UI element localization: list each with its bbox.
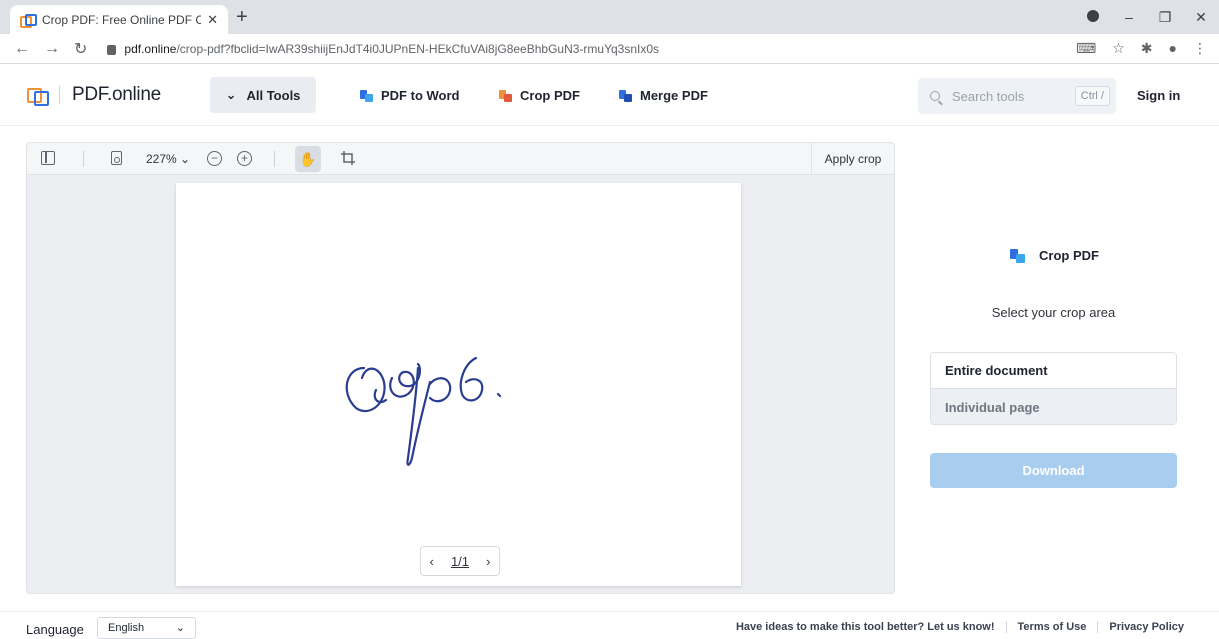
close-window-button[interactable]: ✕ [1183,9,1219,26]
all-tools-button[interactable]: ⌄ All Tools [210,77,316,113]
chevron-down-icon: ⌄ [225,87,237,102]
pdf-page[interactable]: ‹ 1/1 › [176,183,741,586]
restore-button[interactable]: ❐ [1147,9,1183,26]
browser-tab-strip: Crop PDF: Free Online PDF Crop ✕ + – ❐ ✕ [0,0,1219,34]
logo-divider [59,86,60,104]
footer-links: Have ideas to make this tool better? Let… [725,621,1195,633]
signature-image [345,356,502,466]
browser-toolbar: ← → ↻ pdf.online /crop-pdf?fbclid=IwAR39… [0,34,1219,64]
nav-pdf-to-word[interactable]: PDF to Word [360,88,459,103]
panel-title-label: Crop PDF [1039,248,1099,263]
pdf-to-word-icon [360,89,373,102]
feedback-link[interactable]: Have ideas to make this tool better? Let… [725,621,1006,633]
search-shortcut-badge: Ctrl / [1074,86,1110,106]
merge-pdf-icon [619,89,632,102]
search-tools-input[interactable]: Search tools Ctrl / [918,78,1116,114]
translate-icon[interactable]: ⌨ [1076,40,1096,57]
crop-area-options: Entire document Individual page [930,352,1177,425]
search-icon [930,91,940,101]
chevron-down-icon: ⌄ [175,622,185,634]
terms-link[interactable]: Terms of Use [1005,621,1098,633]
sign-in-link[interactable]: Sign in [1137,88,1180,103]
page-indicator: 1/1 [450,553,470,569]
minimize-button[interactable]: – [1111,9,1147,25]
forward-arrow-icon[interactable]: → [44,40,60,58]
browser-extensions: ⌨ ☆ ✱ ● ⋮ [1076,40,1207,57]
profile-avatar-icon[interactable]: ● [1169,40,1177,57]
site-footer: Language English ⌄ Have ideas to make th… [0,611,1219,639]
next-page-icon[interactable]: › [486,554,490,569]
pdf-viewer: 227% ⌄ − + ✋ Apply crop ‹ 1/1 › [26,142,895,594]
address-bar[interactable]: pdf.online /crop-pdf?fbclid=IwAR39shiijE… [107,42,659,56]
site-favicon-icon [20,13,37,28]
nav-pdf-to-word-label: PDF to Word [381,88,460,103]
page-pager: ‹ 1/1 › [420,546,500,576]
toolbar-divider [274,151,275,167]
lock-icon [107,44,117,55]
browser-menu-icon[interactable]: ⋮ [1193,40,1207,57]
crop-tool-icon[interactable] [340,150,356,166]
browser-tab[interactable]: Crop PDF: Free Online PDF Crop ✕ [10,5,228,34]
profile-record-icon[interactable] [1075,9,1111,25]
window-controls: – ❐ ✕ [1075,0,1219,34]
crop-area-label: Select your crop area [991,305,1116,320]
page-view-icon[interactable] [111,151,122,165]
new-tab-button[interactable]: + [236,6,248,29]
language-select[interactable]: English ⌄ [97,617,196,639]
nav-crop-pdf[interactable]: Crop PDF [499,88,580,103]
bookmark-star-icon[interactable]: ☆ [1112,40,1125,57]
language-label: Language [26,622,84,637]
zoom-select[interactable]: 227% ⌄ [146,152,190,166]
nav-merge-pdf-label: Merge PDF [640,88,708,103]
logo-text: PDF.online [72,84,161,105]
viewer-toolbar: 227% ⌄ − + ✋ Apply crop [27,143,894,175]
prev-page-icon[interactable]: ‹ [430,554,434,569]
all-tools-label: All Tools [246,87,301,103]
site-logo[interactable]: PDF.online [27,84,161,106]
toolbar-divider [83,151,84,167]
zoom-value: 227% [146,152,177,166]
download-button[interactable]: Download [930,453,1177,488]
logo-mark-icon [27,86,49,106]
extensions-puzzle-icon[interactable]: ✱ [1141,40,1153,57]
zoom-out-icon[interactable]: − [207,151,222,166]
apply-crop-button[interactable]: Apply crop [811,143,894,175]
tab-close-icon[interactable]: ✕ [207,12,218,28]
nav-crop-pdf-label: Crop PDF [520,88,580,103]
option-entire-document[interactable]: Entire document [931,353,1176,389]
search-placeholder: Search tools [952,88,1025,104]
url-path: /crop-pdf?fbclid=IwAR39shiijEnJdT4i0JUPn… [176,41,660,56]
hand-tool-icon[interactable]: ✋ [295,146,321,172]
reload-icon[interactable]: ↻ [74,39,87,59]
site-header: PDF.online ⌄ All Tools PDF to Word Crop … [0,64,1219,126]
back-arrow-icon[interactable]: ← [14,40,30,58]
option-individual-page[interactable]: Individual page [931,389,1176,424]
tab-title: Crop PDF: Free Online PDF Crop [42,12,202,27]
crop-pdf-tool-icon [1010,248,1025,263]
sidebar-toggle-icon[interactable] [41,151,55,165]
panel-title: Crop PDF [1010,248,1099,263]
privacy-link[interactable]: Privacy Policy [1097,621,1195,633]
nav-merge-pdf[interactable]: Merge PDF [619,88,708,103]
url-host: pdf.online [124,41,177,56]
crop-pdf-icon [499,89,512,102]
zoom-in-icon[interactable]: + [237,151,252,166]
language-value: English [108,622,145,634]
